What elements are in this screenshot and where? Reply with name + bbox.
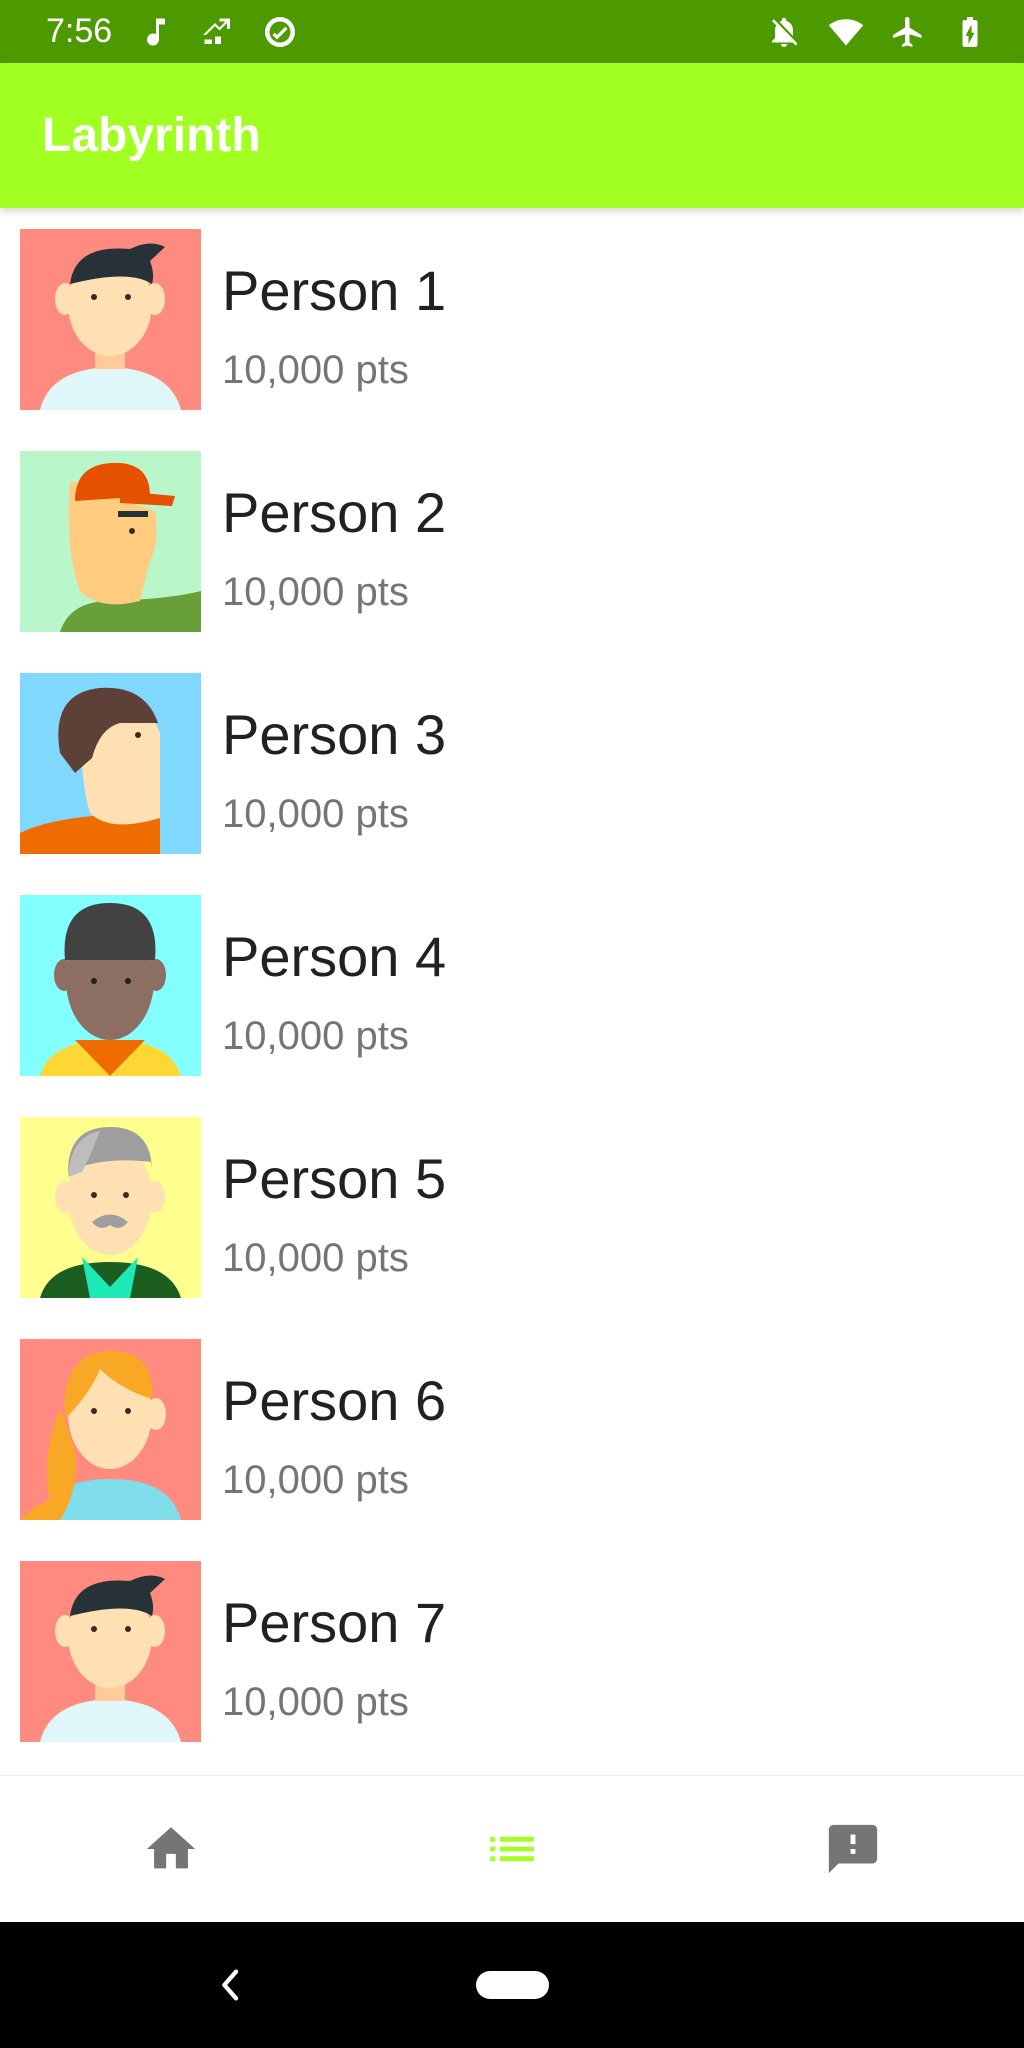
network-notification-icon (200, 14, 236, 50)
sync-notification-icon (262, 14, 298, 50)
list-item-person-7[interactable]: Person 7 10,000 pts (0, 1540, 1024, 1762)
status-right (766, 14, 988, 50)
person-name: Person 4 (222, 925, 447, 988)
list-item-person-5[interactable]: Person 5 10,000 pts (0, 1096, 1024, 1318)
avatar-person-7 (20, 1561, 201, 1742)
person-points: 10,000 pts (222, 348, 409, 392)
person-name: Person 5 (222, 1147, 447, 1210)
avatar-person-6 (20, 1339, 201, 1520)
person-name: Person 3 (222, 703, 447, 766)
list-item-person-4[interactable]: Person 4 10,000 pts (0, 874, 1024, 1096)
person-list[interactable]: Person 1 10,000 pts Person 2 10,000 pts (0, 208, 1024, 1775)
back-button[interactable] (206, 1960, 256, 2010)
nav-home[interactable] (111, 1789, 231, 1909)
music-notification-icon (138, 14, 174, 50)
person-name: Person 1 (222, 259, 447, 322)
person-name: Person 6 (222, 1369, 447, 1432)
status-bar: 7:56 (0, 0, 1024, 63)
system-navigation-bar (0, 1922, 1024, 2048)
home-pill[interactable] (476, 1971, 549, 1999)
back-icon (211, 1965, 251, 2005)
nav-list[interactable] (452, 1789, 572, 1909)
person-points: 10,000 pts (222, 570, 409, 614)
battery-charging-icon (952, 14, 988, 50)
person-points: 10,000 pts (222, 1458, 409, 1502)
feedback-icon (824, 1820, 882, 1878)
list-item-person-1[interactable]: Person 1 10,000 pts (0, 208, 1024, 430)
app-bar: Labyrinth (0, 63, 1024, 208)
nav-feedback[interactable] (793, 1789, 913, 1909)
list-item-person-3[interactable]: Person 3 10,000 pts (0, 652, 1024, 874)
person-name: Person 2 (222, 481, 447, 544)
avatar-person-1 (20, 229, 201, 410)
list-icon (483, 1820, 541, 1878)
person-name: Person 7 (222, 1591, 447, 1654)
app-title: Labyrinth (42, 109, 261, 162)
avatar-person-5 (20, 1117, 201, 1298)
person-points: 10,000 pts (222, 1680, 409, 1724)
person-points: 10,000 pts (222, 792, 409, 836)
home-icon (142, 1820, 200, 1878)
status-left: 7:56 (46, 12, 298, 51)
person-points: 10,000 pts (222, 1236, 409, 1280)
person-points: 10,000 pts (222, 1014, 409, 1058)
status-time: 7:56 (46, 12, 113, 50)
avatar-person-3 (20, 673, 201, 854)
wifi-icon (828, 14, 864, 50)
bottom-navigation (0, 1775, 1024, 1922)
list-item-person-2[interactable]: Person 2 10,000 pts (0, 430, 1024, 652)
avatar-person-2 (20, 451, 201, 632)
avatar-person-4 (20, 895, 201, 1076)
notifications-off-icon (766, 14, 802, 50)
list-item-person-6[interactable]: Person 6 10,000 pts (0, 1318, 1024, 1540)
airplane-mode-icon (890, 14, 926, 50)
